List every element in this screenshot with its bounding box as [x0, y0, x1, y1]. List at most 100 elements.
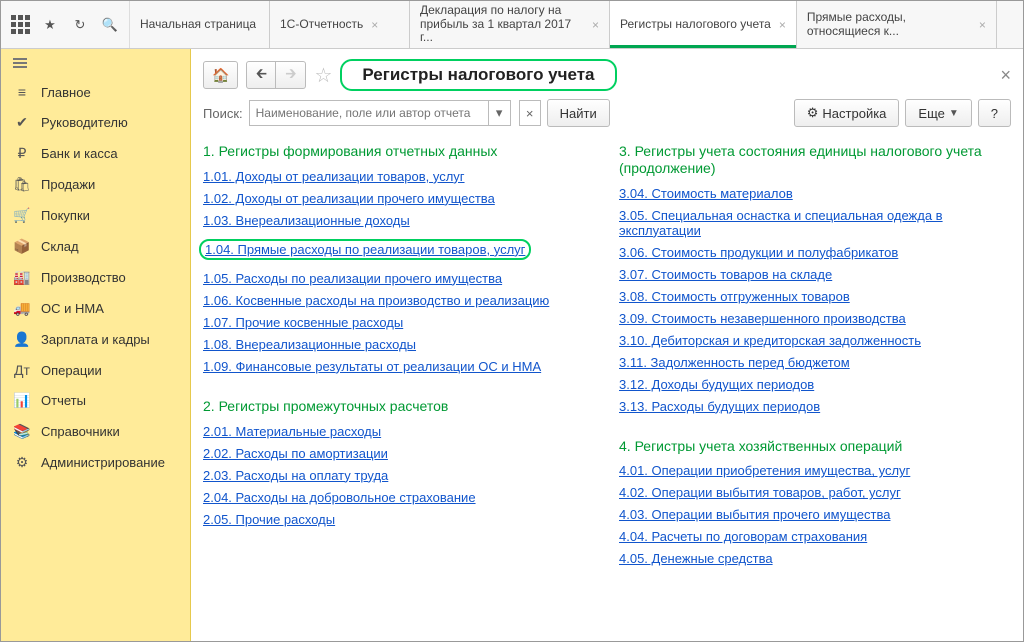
- sidebar-item[interactable]: 🛍 Продажи: [1, 169, 190, 200]
- report-link[interactable]: 1.09. Финансовые результаты от реализаци…: [203, 358, 595, 375]
- tab[interactable]: 1С-Отчетность×: [270, 1, 410, 48]
- content-col-left: 1. Регистры формирования отчетных данных…: [203, 137, 595, 584]
- tab-close-icon[interactable]: ×: [979, 18, 986, 32]
- sidebar-item[interactable]: ✔Руководителю: [1, 107, 190, 138]
- more-button[interactable]: Еще▼: [905, 99, 971, 127]
- report-link[interactable]: 3.13. Расходы будущих периодов: [619, 398, 1011, 415]
- report-link[interactable]: 4.03. Операции выбытия прочего имущества: [619, 506, 1011, 523]
- sidebar-item-icon: 📦: [13, 238, 31, 255]
- tab[interactable]: Прямые расходы, относящиеся к... ×: [797, 1, 997, 48]
- tab-label: Декларация по налогу на прибыль за 1 ква…: [420, 4, 584, 45]
- topbar: ★ ↻ 🔍 Начальная страница1С-Отчетность×Де…: [1, 1, 1023, 49]
- clear-search-button[interactable]: ×: [519, 100, 541, 126]
- tab-label: Прямые расходы, относящиеся к...: [807, 11, 971, 39]
- sidebar-item-label: Покупки: [41, 208, 90, 223]
- section-title: 4. Регистры учета хозяйственных операций: [619, 438, 1011, 455]
- apps-icon[interactable]: [7, 12, 33, 38]
- tabs: Начальная страница1С-Отчетность×Декларац…: [130, 1, 1023, 48]
- sidebar-item[interactable]: ₽ Банк и касса: [1, 138, 190, 169]
- sidebar-item-icon: 🏭: [13, 269, 31, 286]
- sidebar-item[interactable]: 📦Склад: [1, 231, 190, 262]
- report-link[interactable]: 1.02. Доходы от реализации прочего имуще…: [203, 190, 595, 207]
- tab[interactable]: Начальная страница: [130, 1, 270, 48]
- tab-close-icon[interactable]: ×: [592, 18, 599, 32]
- sidebar-item[interactable]: Дт Операции: [1, 355, 190, 385]
- back-button[interactable]: 🡰: [246, 61, 276, 89]
- sidebar-menu-icon[interactable]: [1, 49, 190, 77]
- report-link[interactable]: 1.04. Прямые расходы по реализации товар…: [199, 239, 531, 260]
- body: ≡Главное✔Руководителю ₽ Банк и касса 🛍 Прода…: [1, 49, 1023, 641]
- tab[interactable]: Регистры налогового учета×: [610, 1, 797, 48]
- sidebar-item[interactable]: 📚 Справочники: [1, 416, 190, 447]
- sidebar-item-label: Операции: [41, 363, 102, 378]
- report-link[interactable]: 4.04. Расчеты по договорам страхования: [619, 528, 1011, 545]
- sidebar-item-icon: Дт: [13, 362, 31, 378]
- nav-arrows: 🡰 🡲: [246, 61, 306, 89]
- sidebar-item[interactable]: ⚙Администрирование: [1, 447, 190, 478]
- sidebar-item-label: Банк и касса: [41, 146, 118, 161]
- sidebar-item-label: Справочники: [41, 424, 120, 439]
- tab-close-icon[interactable]: ×: [779, 18, 786, 32]
- topbar-left-icons: ★ ↻ 🔍: [1, 1, 130, 48]
- sidebar-item[interactable]: 📊 Отчеты: [1, 385, 190, 416]
- sidebar-item-icon: 👤: [13, 331, 31, 348]
- report-link[interactable]: 1.01. Доходы от реализации товаров, услу…: [203, 168, 595, 185]
- report-link[interactable]: 3.11. Задолженность перед бюджетом: [619, 354, 1011, 371]
- report-link[interactable]: 4.01. Операции приобретения имущества, у…: [619, 462, 1011, 479]
- report-link[interactable]: 3.07. Стоимость товаров на складе: [619, 266, 1011, 283]
- report-link[interactable]: 2.03. Расходы на оплату труда: [203, 467, 595, 484]
- sidebar-item-icon: 📚: [13, 423, 31, 440]
- report-link[interactable]: 3.04. Стоимость материалов: [619, 185, 1011, 202]
- report-link[interactable]: 1.05. Расходы по реализации прочего имущ…: [203, 270, 595, 287]
- favorite-icon[interactable]: ☆: [314, 63, 332, 88]
- report-link[interactable]: 2.05. Прочие расходы: [203, 511, 595, 528]
- star-icon[interactable]: ★: [37, 12, 63, 38]
- page-title: Регистры налогового учета: [340, 59, 616, 91]
- report-link[interactable]: 1.06. Косвенные расходы на производство …: [203, 292, 595, 309]
- sidebar-item[interactable]: 🏭Производство: [1, 262, 190, 293]
- search-input[interactable]: [249, 100, 489, 126]
- sidebar-item-icon: 🛒: [13, 207, 31, 224]
- report-link[interactable]: 1.07. Прочие косвенные расходы: [203, 314, 595, 331]
- searchbox: ▾: [249, 100, 511, 126]
- sidebar-item[interactable]: 👤Зарплата и кадры: [1, 324, 190, 355]
- report-link[interactable]: 4.02. Операции выбытия товаров, работ, у…: [619, 484, 1011, 501]
- sidebar-item-icon: ₽: [13, 145, 31, 162]
- report-link[interactable]: 2.04. Расходы на добровольное страховани…: [203, 489, 595, 506]
- search-dropdown[interactable]: ▾: [489, 100, 511, 126]
- report-link[interactable]: 3.09. Стоимость незавершенного производс…: [619, 310, 1011, 327]
- sidebar: ≡Главное✔Руководителю ₽ Банк и касса 🛍 Прода…: [1, 49, 191, 641]
- history-icon[interactable]: ↻: [67, 12, 93, 38]
- sidebar-item-icon: 🛍: [13, 176, 31, 193]
- report-link[interactable]: 3.06. Стоимость продукции и полуфабрикат…: [619, 244, 1011, 261]
- section-title: 1. Регистры формирования отчетных данных: [203, 143, 595, 160]
- forward-button[interactable]: 🡲: [276, 61, 306, 89]
- report-link[interactable]: 1.03. Внереализационные доходы: [203, 212, 595, 229]
- settings-button[interactable]: ⚙Настройка: [794, 99, 900, 127]
- report-link[interactable]: 2.01. Материальные расходы: [203, 423, 595, 440]
- sidebar-item-icon: 📊: [13, 392, 31, 409]
- search-icon[interactable]: 🔍: [97, 12, 123, 38]
- sidebar-item-icon: 🚚: [13, 300, 31, 317]
- home-button[interactable]: 🏠: [203, 61, 238, 89]
- report-link[interactable]: 1.08. Внереализационные расходы: [203, 336, 595, 353]
- tab[interactable]: Декларация по налогу на прибыль за 1 ква…: [410, 1, 610, 48]
- help-button[interactable]: ?: [978, 99, 1011, 127]
- sidebar-item-label: Продажи: [41, 177, 95, 192]
- sidebar-item-label: Отчеты: [41, 393, 86, 408]
- find-button[interactable]: Найти: [547, 99, 610, 127]
- report-link[interactable]: 4.05. Денежные средства: [619, 550, 1011, 567]
- report-link[interactable]: 3.08. Стоимость отгруженных товаров: [619, 288, 1011, 305]
- sidebar-item-icon: ⚙: [13, 454, 31, 471]
- report-link[interactable]: 3.12. Доходы будущих периодов: [619, 376, 1011, 393]
- sidebar-item[interactable]: ≡Главное: [1, 77, 190, 107]
- sidebar-item[interactable]: 🚚ОС и НМА: [1, 293, 190, 324]
- report-link[interactable]: 2.02. Расходы по амортизации: [203, 445, 595, 462]
- main-panel: 🏠 🡰 🡲 ☆ Регистры налогового учета × Поис…: [191, 49, 1023, 641]
- sidebar-item[interactable]: 🛒 Покупки: [1, 200, 190, 231]
- sidebar-item-icon: ✔: [13, 114, 31, 131]
- report-link[interactable]: 3.05. Специальная оснастка и специальная…: [619, 207, 1011, 239]
- tab-close-icon[interactable]: ×: [371, 18, 378, 32]
- close-panel-button[interactable]: ×: [1000, 65, 1011, 86]
- report-link[interactable]: 3.10. Дебиторская и кредиторская задолже…: [619, 332, 1011, 349]
